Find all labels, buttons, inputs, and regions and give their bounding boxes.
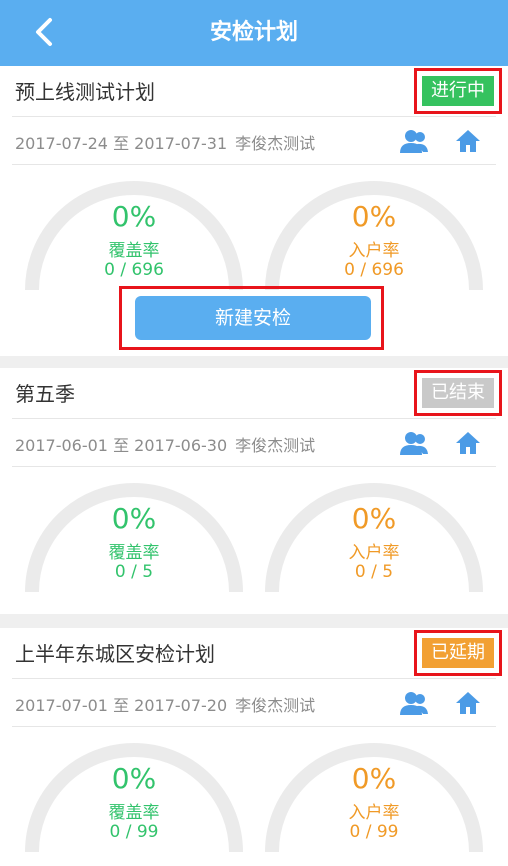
household-label: 入户率 — [348, 803, 400, 823]
status-highlight: 已结束 — [414, 370, 502, 416]
users-button[interactable] — [400, 128, 428, 154]
users-button[interactable] — [400, 690, 428, 716]
users-icon — [400, 432, 428, 455]
household-count: 0 / 5 — [354, 562, 394, 582]
plan-owner: 李俊杰测试 — [235, 436, 316, 455]
household-gauge: 0% 入户率 0 / 5 — [264, 476, 484, 596]
plan-title: 预上线测试计划 — [15, 80, 155, 104]
coverage-gauge: 0% 覆盖率 0 / 99 — [24, 736, 244, 856]
home-icon — [456, 692, 480, 714]
household-label: 入户率 — [348, 543, 400, 563]
plan-card[interactable]: 预上线测试计划 进行中 2017-07-24 至 2017-07-31 李俊杰测试… — [0, 66, 508, 356]
coverage-gauge: 0% 覆盖率 0 / 696 — [24, 174, 244, 294]
plan-meta: 2017-07-01 至 2017-07-20 李俊杰测试 — [15, 692, 315, 716]
divider — [12, 164, 496, 165]
household-count: 0 / 99 — [349, 822, 399, 842]
household-count: 0 / 696 — [344, 260, 404, 280]
plan-owner: 李俊杰测试 — [235, 696, 316, 715]
plan-dates: 2017-06-01 至 2017-06-30 — [15, 436, 228, 455]
home-icon — [456, 432, 480, 454]
home-icon — [456, 130, 480, 152]
household-label: 入户率 — [348, 241, 400, 261]
plan-card[interactable]: 上半年东城区安检计划 已延期 2017-07-01 至 2017-07-20 李俊… — [0, 628, 508, 866]
status-badge: 已延期 — [422, 638, 494, 668]
coverage-percent: 0% — [111, 200, 157, 233]
household-gauge: 0% 入户率 0 / 99 — [264, 736, 484, 856]
coverage-count: 0 / 5 — [114, 562, 154, 582]
status-badge: 进行中 — [422, 76, 494, 106]
status-badge: 已结束 — [422, 378, 494, 408]
status-highlight: 进行中 — [414, 68, 502, 114]
home-button[interactable] — [455, 430, 483, 456]
coverage-label: 覆盖率 — [108, 241, 160, 261]
plan-owner: 李俊杰测试 — [235, 134, 316, 153]
page-title: 安检计划 — [209, 20, 298, 45]
plan-title: 第五季 — [15, 382, 75, 406]
home-button[interactable] — [455, 690, 483, 716]
household-percent: 0% — [351, 200, 397, 233]
divider — [12, 418, 496, 419]
coverage-percent: 0% — [111, 502, 157, 535]
app-header: 安检计划 — [0, 0, 508, 66]
coverage-gauge: 0% 覆盖率 0 / 5 — [24, 476, 244, 596]
home-button[interactable] — [455, 128, 483, 154]
users-button[interactable] — [400, 430, 428, 456]
plan-card[interactable]: 第五季 已结束 2017-06-01 至 2017-06-30 李俊杰测试 0% … — [0, 368, 508, 614]
new-inspection-button[interactable]: 新建安检 — [135, 296, 371, 340]
household-gauge: 0% 入户率 0 / 696 — [264, 174, 484, 294]
users-icon — [400, 692, 428, 715]
household-percent: 0% — [351, 762, 397, 795]
status-highlight: 已延期 — [414, 630, 502, 676]
divider — [12, 466, 496, 467]
users-icon — [400, 130, 428, 153]
plan-dates: 2017-07-01 至 2017-07-20 — [15, 696, 228, 715]
household-percent: 0% — [351, 502, 397, 535]
coverage-percent: 0% — [111, 762, 157, 795]
divider — [12, 726, 496, 727]
coverage-label: 覆盖率 — [108, 543, 160, 563]
plan-title: 上半年东城区安检计划 — [15, 642, 215, 666]
new-inspection-highlight: 新建安检 — [119, 286, 384, 350]
coverage-label: 覆盖率 — [108, 803, 160, 823]
coverage-count: 0 / 696 — [104, 260, 164, 280]
plan-meta: 2017-07-24 至 2017-07-31 李俊杰测试 — [15, 130, 315, 154]
divider — [12, 678, 496, 679]
plan-meta: 2017-06-01 至 2017-06-30 李俊杰测试 — [15, 432, 315, 456]
plan-dates: 2017-07-24 至 2017-07-31 — [15, 134, 228, 153]
coverage-count: 0 / 99 — [109, 822, 159, 842]
divider — [12, 116, 496, 117]
